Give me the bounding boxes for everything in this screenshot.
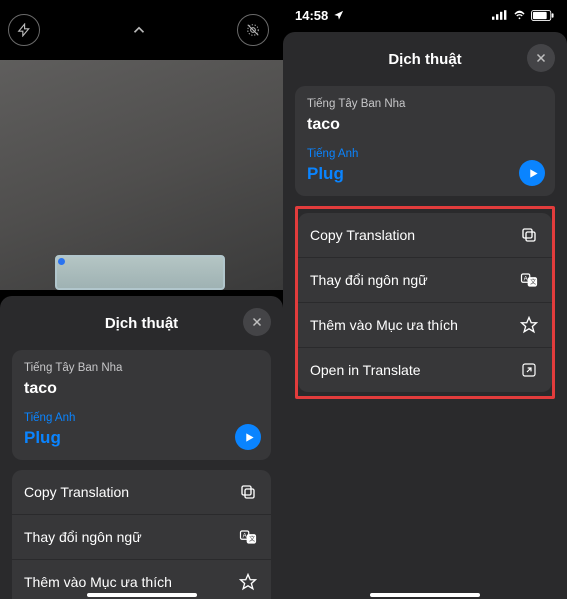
close-icon: [251, 316, 263, 328]
target-language-label: Tiếng Anh: [24, 412, 259, 424]
translation-card: Tiếng Tây Ban Nha taco Tiếng Anh Plug: [295, 86, 555, 196]
svg-text:A: A: [243, 533, 247, 539]
action-label: Copy Translation: [310, 227, 415, 243]
translation-card: Tiếng Tây Ban Nha taco Tiếng Anh Plug: [12, 350, 271, 460]
star-icon: [518, 314, 540, 336]
highlighted-actions: Copy Translation Thay đổi ngôn ngữ A文 Th…: [295, 206, 555, 399]
add-favorite-row[interactable]: Thêm vào Mục ưa thích: [298, 303, 552, 348]
actions-list: Copy Translation Thay đổi ngôn ngữ A文 Th…: [12, 470, 271, 599]
status-bar: 14:58: [283, 0, 567, 30]
battery-icon: [531, 10, 555, 21]
source-language-label: Tiếng Tây Ban Nha: [307, 98, 543, 110]
copy-translation-row[interactable]: Copy Translation: [298, 213, 552, 258]
target-word: Plug: [307, 164, 543, 184]
copy-translation-row[interactable]: Copy Translation: [12, 470, 271, 515]
translate-sheet: Dịch thuật Tiếng Tây Ban Nha taco Tiếng …: [0, 296, 283, 599]
star-icon: [237, 571, 259, 593]
drag-handle-icon[interactable]: [58, 258, 65, 265]
close-button[interactable]: [527, 44, 555, 72]
translate-icon: A文: [237, 526, 259, 548]
copy-icon: [518, 224, 540, 246]
live-photo-button[interactable]: [237, 14, 269, 46]
sheet-title: Dịch thuật: [388, 51, 461, 68]
live-off-icon: [246, 23, 260, 37]
copy-icon: [237, 481, 259, 503]
detected-label: [55, 255, 225, 290]
translate-icon: A文: [518, 269, 540, 291]
play-icon: [244, 432, 255, 443]
change-language-row[interactable]: Thay đổi ngôn ngữ A文: [298, 258, 552, 303]
external-link-icon: [518, 359, 540, 381]
action-label: Thay đổi ngôn ngữ: [24, 529, 142, 545]
chevron-up-icon[interactable]: [130, 21, 148, 39]
status-time: 14:58: [295, 8, 328, 23]
translate-sheet: Dịch thuật Tiếng Tây Ban Nha taco Tiếng …: [283, 32, 567, 599]
home-indicator[interactable]: [370, 593, 480, 597]
action-label: Copy Translation: [24, 484, 129, 500]
close-button[interactable]: [243, 308, 271, 336]
flash-button[interactable]: [8, 14, 40, 46]
source-word: taco: [24, 380, 259, 398]
flash-icon: [17, 23, 31, 37]
left-screenshot: Dịch thuật Tiếng Tây Ban Nha taco Tiếng …: [0, 0, 283, 599]
signal-icon: [492, 10, 508, 20]
actions-list: Copy Translation Thay đổi ngôn ngữ A文 Th…: [298, 213, 552, 392]
home-indicator[interactable]: [87, 593, 197, 597]
sheet-header: Dịch thuật: [295, 46, 555, 72]
svg-text:A: A: [524, 276, 528, 282]
right-screenshot: 14:58 Dịch thuật Tiếng Tây Ban Nha taco …: [283, 0, 567, 599]
change-language-row[interactable]: Thay đổi ngôn ngữ A文: [12, 515, 271, 560]
action-label: Open in Translate: [310, 362, 421, 378]
play-audio-button[interactable]: [519, 160, 545, 186]
target-word: Plug: [24, 428, 259, 448]
wifi-icon: [512, 10, 527, 21]
sheet-title: Dịch thuật: [105, 315, 178, 332]
camera-toolbar: [0, 0, 283, 60]
action-label: Thêm vào Mục ưa thích: [24, 574, 172, 590]
play-audio-button[interactable]: [235, 424, 261, 450]
action-label: Thêm vào Mục ưa thích: [310, 317, 458, 333]
source-word: taco: [307, 116, 543, 134]
play-icon: [528, 168, 539, 179]
target-language-label: Tiếng Anh: [307, 148, 543, 160]
sheet-header: Dịch thuật: [12, 310, 271, 336]
close-icon: [535, 52, 547, 64]
source-language-label: Tiếng Tây Ban Nha: [24, 362, 259, 374]
location-icon: [333, 10, 344, 21]
open-in-translate-row[interactable]: Open in Translate: [298, 348, 552, 392]
action-label: Thay đổi ngôn ngữ: [310, 272, 428, 288]
